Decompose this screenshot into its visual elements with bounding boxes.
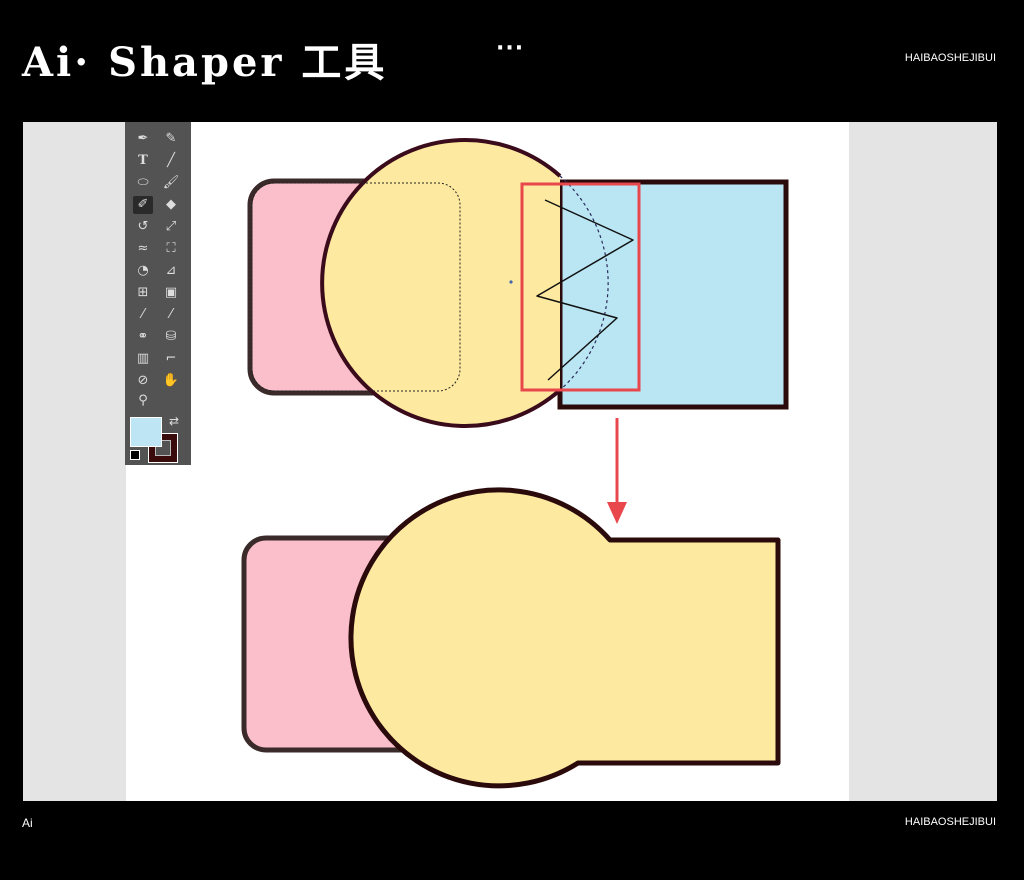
rotate-icon[interactable]: ↺ xyxy=(133,218,153,236)
fill-swatch[interactable] xyxy=(130,417,162,447)
zoom-icon[interactable]: ⚲ xyxy=(133,392,153,410)
scale-icon[interactable]: ⤢ xyxy=(161,218,181,236)
result-arrow-icon xyxy=(607,418,627,524)
gradient-icon[interactable]: ▣ xyxy=(161,284,181,302)
curvature-icon[interactable]: ✎ xyxy=(161,130,181,148)
paintbrush-icon[interactable]: 🖌 xyxy=(161,174,181,192)
pen-icon[interactable]: ✒ xyxy=(133,130,153,148)
perspective-grid-icon[interactable]: ⊿ xyxy=(161,262,181,280)
after-shapes xyxy=(241,487,781,789)
swap-fill-stroke-icon[interactable]: ⇄ xyxy=(169,414,179,428)
symbol-sprayer-icon[interactable]: ⛁ xyxy=(161,328,181,346)
default-colors-icon[interactable] xyxy=(130,450,140,460)
slice-icon[interactable]: ⊘ xyxy=(133,372,153,390)
footer-left-label: Ai xyxy=(22,816,33,830)
brand-label-bottom: HAIBAOSHEJIBUI xyxy=(904,816,996,828)
tools-panel: ✒ ✎ T ╱ ⬭ 🖌 ✐ ◆ ↺ ⤢ ≈ ⛶ ◔ ⊿ ⊞ ▣ ⁄ ⁄ ⚭ ⛁ … xyxy=(125,122,191,465)
circle-center-point xyxy=(509,280,513,284)
free-transform-icon[interactable]: ⛶ xyxy=(161,240,181,258)
shaper-icon[interactable]: ✐ xyxy=(133,196,153,214)
type-icon[interactable]: T xyxy=(133,152,153,170)
column-graph-icon[interactable]: ▥ xyxy=(133,350,153,368)
line-icon[interactable]: ╱ xyxy=(161,152,181,170)
hand-icon[interactable]: ✋ xyxy=(161,372,181,390)
measure-icon[interactable]: ⁄ xyxy=(161,306,181,324)
shape-builder-icon[interactable]: ◔ xyxy=(133,262,153,280)
artboard-icon[interactable]: ⌐ xyxy=(161,350,181,368)
blend-icon[interactable]: ⚭ xyxy=(133,328,153,346)
merged-yellow-shape[interactable] xyxy=(348,487,781,789)
ellipse-icon[interactable]: ⬭ xyxy=(133,174,153,192)
eyedropper-icon[interactable]: ⁄ xyxy=(133,306,153,324)
before-shapes xyxy=(247,138,789,428)
mesh-icon[interactable]: ⊞ xyxy=(133,284,153,302)
warp-icon[interactable]: ≈ xyxy=(133,240,153,258)
blue-square[interactable] xyxy=(557,179,789,410)
eraser-icon[interactable]: ◆ xyxy=(161,196,181,214)
